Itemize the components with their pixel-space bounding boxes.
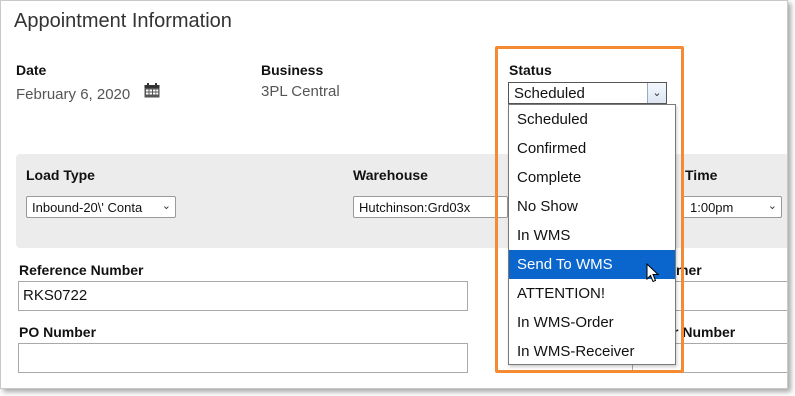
reference-number-label: Reference Number — [19, 262, 144, 278]
mouse-cursor-icon — [646, 263, 660, 283]
warehouse-select[interactable]: Hutchinson:Grd03x — [353, 196, 508, 218]
chevron-down-icon: ⌄ — [161, 200, 171, 212]
warehouse-value: Hutchinson:Grd03x — [359, 200, 471, 215]
appointment-panel: Appointment Information Date February 6,… — [0, 0, 788, 389]
chevron-down-icon: ⌄ — [767, 200, 777, 212]
business-label: Business — [261, 62, 324, 78]
po-number-input[interactable] — [18, 343, 468, 373]
warehouse-label: Warehouse — [353, 167, 428, 183]
time-select[interactable]: 1:00pm ⌄ — [681, 196, 782, 218]
status-callout-highlight — [495, 46, 684, 373]
time-label: Time — [685, 167, 718, 183]
date-label: Date — [16, 62, 47, 78]
date-value: February 6, 2020 — [16, 86, 131, 103]
calendar-icon[interactable] — [144, 83, 160, 98]
po-number-label: PO Number — [19, 324, 97, 340]
section-title: Appointment Information — [14, 10, 232, 32]
load-type-label: Load Type — [26, 167, 95, 183]
load-type-value: Inbound-20\' Conta — [32, 200, 143, 215]
business-value: 3PL Central — [261, 83, 340, 100]
reference-number-input[interactable]: RKS0722 — [18, 281, 468, 311]
load-type-select[interactable]: Inbound-20\' Conta ⌄ — [26, 196, 176, 218]
time-value: 1:00pm — [690, 200, 734, 215]
